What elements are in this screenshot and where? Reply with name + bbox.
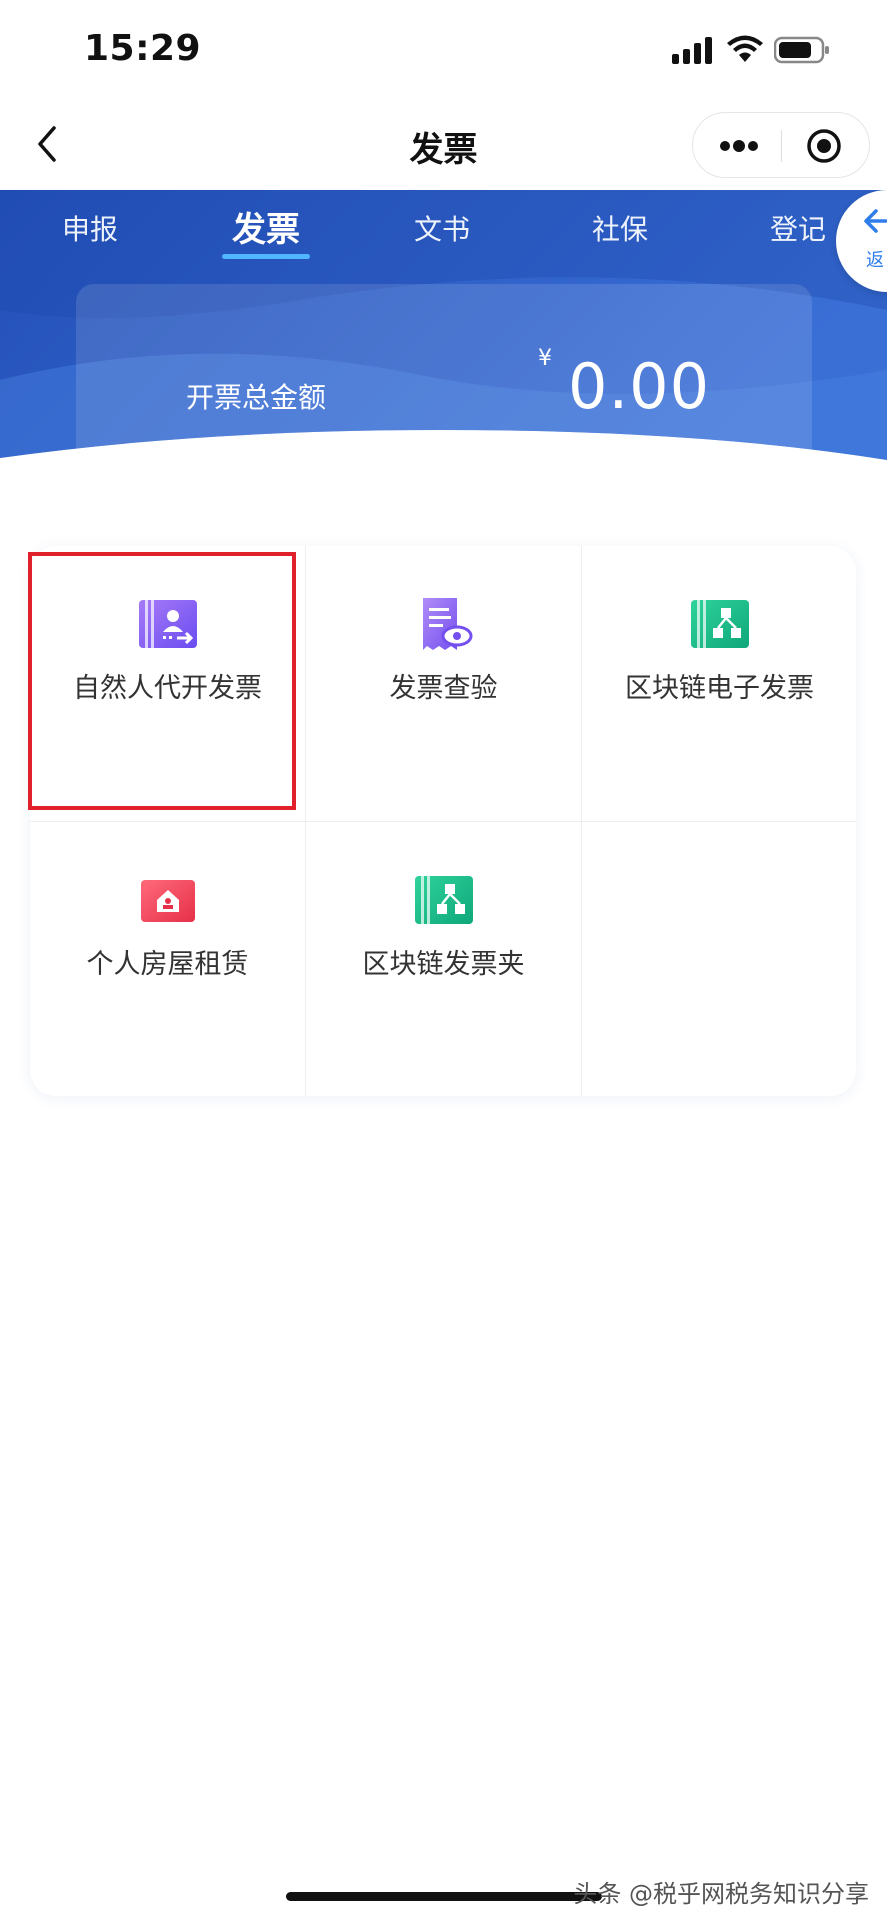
grid-item-blockchain-invoice[interactable]: 区块链电子发票	[582, 546, 856, 821]
amount-value: 0.00	[568, 350, 711, 423]
status-bar: 15:29	[0, 0, 887, 100]
blockchain-folder-icon	[415, 876, 473, 924]
grid-item-blockchain-folder[interactable]: 区块链发票夹	[306, 822, 581, 1096]
capsule-divider	[781, 130, 782, 162]
grid-item-label: 区块链电子发票	[625, 673, 814, 704]
grid-item-invoice-verify[interactable]: 发票查验	[306, 546, 581, 821]
header-banner: 申报 发票 文书 社保 登记 返 开票总金额 ¥ 0.00	[0, 190, 887, 520]
battery-icon	[774, 36, 829, 64]
mini-program-capsule	[692, 112, 870, 178]
tab-social-security[interactable]: 社保	[592, 208, 648, 248]
return-label: 返	[866, 250, 884, 271]
signal-icon	[672, 37, 712, 64]
status-time: 15:29	[84, 28, 202, 69]
invoice-amount-card: 开票总金额 ¥ 0.00	[76, 284, 812, 520]
grid-item-label: 个人房屋租赁	[86, 949, 249, 980]
more-icon[interactable]	[717, 133, 761, 159]
arrow-left-icon	[864, 209, 887, 233]
tab-bar: 申报 发票 文书 社保 登记	[0, 190, 887, 270]
currency-symbol: ¥	[538, 346, 552, 371]
close-target-icon[interactable]	[805, 127, 843, 165]
nav-bar: 发票	[0, 100, 887, 190]
active-tab-indicator	[222, 254, 310, 259]
tab-declare[interactable]: 申报	[62, 208, 118, 248]
wifi-icon	[727, 35, 763, 62]
house-rental-icon	[141, 880, 195, 922]
grid-item-label: 发票查验	[389, 673, 498, 704]
grid-item-label: 区块链发票夹	[362, 949, 525, 980]
grid-item-house-rental[interactable]: 个人房屋租赁	[30, 822, 305, 1096]
home-indicator[interactable]	[286, 1892, 602, 1901]
watermark: 头条 @税乎网税务知识分享	[573, 1880, 869, 1908]
blockchain-invoice-icon	[691, 600, 749, 648]
highlight-annotation-box	[28, 552, 296, 810]
tab-invoice[interactable]: 发票	[232, 202, 300, 251]
amount-label: 开票总金额	[186, 381, 327, 414]
tab-registration[interactable]: 登记	[770, 208, 826, 248]
grid-item-empty	[582, 822, 856, 1096]
tab-documents[interactable]: 文书	[414, 208, 470, 248]
invoice-verify-icon	[423, 598, 473, 650]
